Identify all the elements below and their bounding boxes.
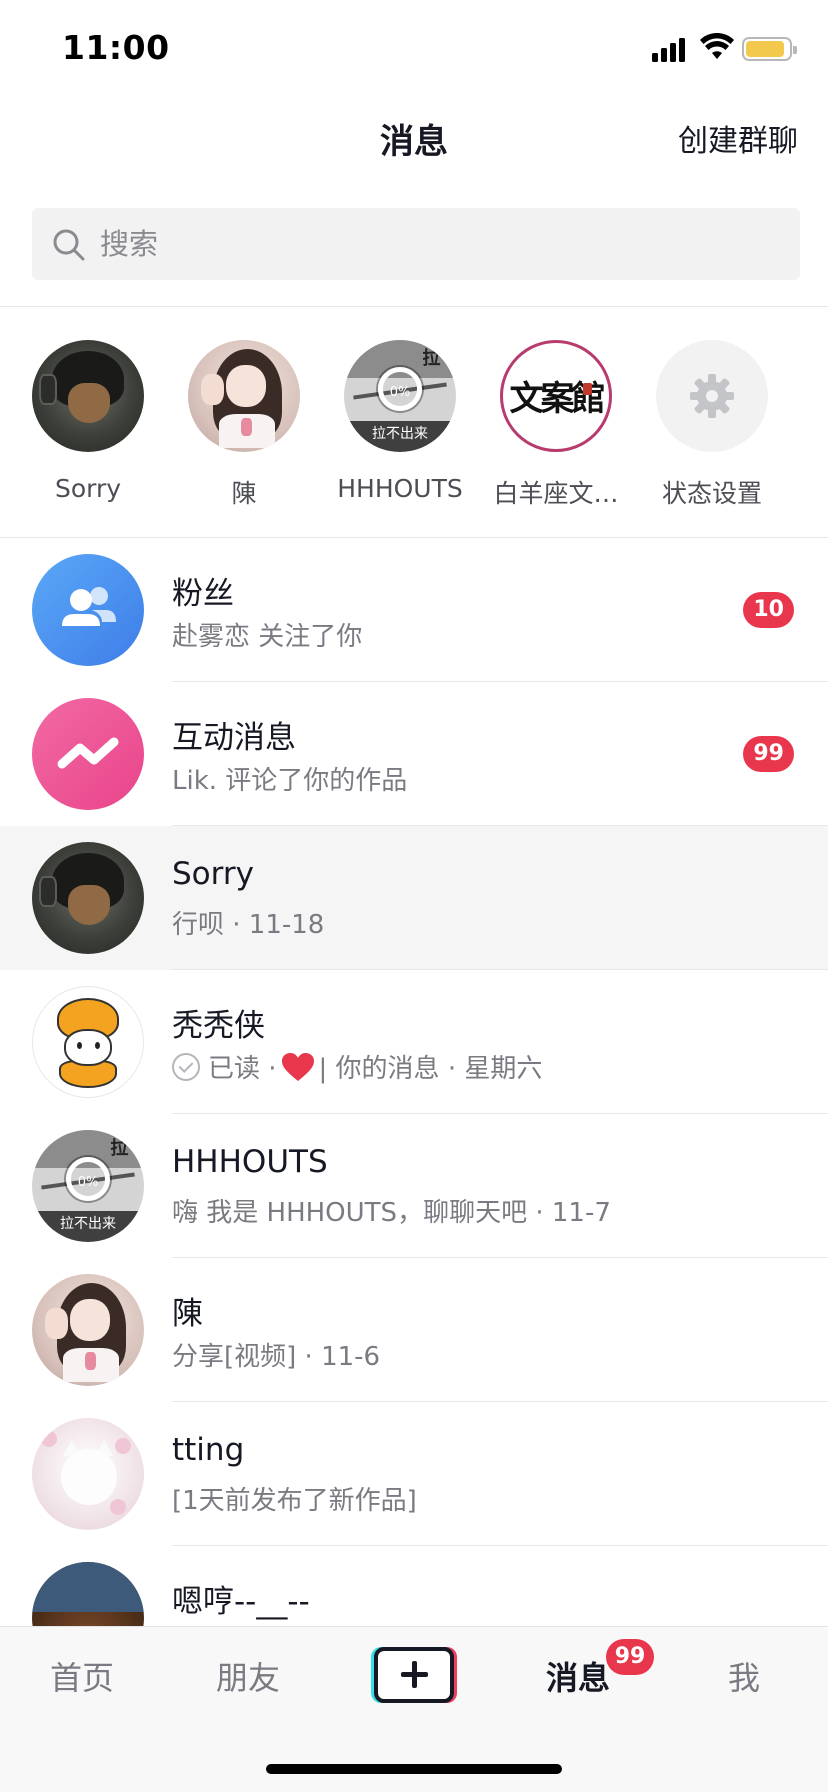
list-item-chat[interactable]: 拉 0% 拉不出来 HHHOUTS 嗨 我是 HHHOUTS，聊聊天吧 · 11… (0, 1114, 828, 1258)
read-label: 已读 · (208, 1054, 277, 1084)
create-group-button[interactable]: 创建群聊 (678, 116, 798, 160)
item-subtitle: Lik. 评论了你的作品 (172, 766, 408, 796)
item-title: 嗯哼--__-- (172, 1584, 310, 1620)
avatar (32, 698, 144, 810)
story-name: 状态设置 (661, 479, 762, 508)
zigzag-icon (57, 737, 119, 769)
avatar (32, 554, 144, 666)
avatar-corner-text: 拉 (110, 1138, 129, 1160)
item-subtitle: 赴雾恋 关注了你 (172, 622, 363, 652)
item-title: HHHOUTS (172, 1144, 328, 1180)
avatar (32, 1418, 144, 1530)
unread-badge: 10 (743, 592, 794, 628)
item-subtitle: [1天前发布了新作品] (172, 1486, 417, 1516)
avatar: 拉 0% 拉不出来 (32, 1130, 144, 1242)
item-subtitle: 嗨 我是 HHHOUTS，聊聊天吧 · 11-7 (172, 1198, 611, 1228)
story-item[interactable]: 拉 0% 拉不出来 HHHOUTS (322, 340, 478, 503)
home-indicator (266, 1764, 562, 1774)
story-item[interactable]: 陳 (166, 340, 322, 510)
story-name: 陳 (231, 479, 257, 508)
avatar: 拉 0% 拉不出来 (344, 340, 456, 452)
story-item[interactable]: 文案館 白羊座文… (478, 340, 634, 510)
cellular-signal-icon (652, 36, 688, 62)
messages-screen: 11:00 消息 创建群聊 搜索 Sorry 陳 拉 0% 拉不出来 HHHOU… (0, 0, 828, 1792)
tab-home[interactable]: 首页 (50, 1653, 114, 1699)
last-message: | 你的消息 · 星期六 (318, 1054, 543, 1084)
list-item-chat[interactable]: Sorry 行呗 · 11-18 (0, 826, 828, 970)
unread-badge: 99 (743, 736, 794, 772)
item-title: 陳 (172, 1296, 203, 1332)
gear-icon (690, 374, 734, 418)
publish-button[interactable] (374, 1647, 454, 1703)
list-item-chat[interactable]: 秃秃侠 已读 · | 你的消息 · 星期六 (0, 970, 828, 1114)
status-settings-button[interactable]: 状态设置 (634, 340, 790, 510)
avatar-corner-text: 拉 (422, 348, 441, 370)
avatar-caption: 拉不出来 (372, 426, 428, 443)
item-title: tting (172, 1432, 245, 1468)
item-title: 互动消息 (172, 720, 296, 756)
status-time: 11:00 (62, 28, 170, 67)
list-item-interactions[interactable]: 互动消息 Lik. 评论了你的作品 99 (0, 682, 828, 826)
wifi-icon (700, 33, 734, 59)
item-subtitle: 分享[视频] · 11-6 (172, 1342, 381, 1372)
avatar (656, 340, 768, 452)
search-bar[interactable] (32, 208, 800, 280)
search-input[interactable] (100, 208, 780, 280)
check-circle-icon (172, 1052, 200, 1081)
logo-text: 文案館 (509, 378, 606, 419)
item-subtitle: 行呗 · 11-18 (172, 910, 325, 940)
avatar (32, 1274, 144, 1386)
status-bar: 11:00 (0, 0, 828, 96)
messages-badge: 99 (606, 1639, 654, 1675)
item-title: 秃秃侠 (172, 1008, 265, 1044)
header: 消息 创建群聊 (0, 96, 828, 208)
item-title: Sorry (172, 856, 254, 892)
story-name: Sorry (54, 474, 122, 503)
list-item-chat[interactable]: 陳 分享[视频] · 11-6 (0, 1258, 828, 1402)
story-name: 白羊座文… (493, 479, 619, 508)
tab-me[interactable]: 我 (728, 1653, 760, 1699)
tab-friends[interactable]: 朋友 (216, 1653, 280, 1699)
battery-icon (742, 37, 797, 61)
item-title: 粉丝 (172, 576, 234, 612)
avatar (32, 340, 144, 452)
progress-label: 0% (77, 1174, 99, 1190)
list-item-fans[interactable]: 粉丝 赴雾恋 关注了你 10 (0, 538, 828, 682)
avatar (188, 340, 300, 452)
search-icon (53, 229, 85, 261)
story-name: HHHOUTS (337, 474, 463, 503)
progress-label: 0% (389, 384, 411, 400)
people-icon (62, 587, 116, 626)
avatar (32, 986, 144, 1098)
stories-row: Sorry 陳 拉 0% 拉不出来 HHHOUTS 文案館 白羊座文… 状态设置 (0, 306, 828, 536)
heart-icon (281, 1052, 314, 1081)
avatar-caption: 拉不出来 (60, 1216, 116, 1233)
story-item[interactable]: Sorry (10, 340, 166, 503)
message-list: 粉丝 赴雾恋 关注了你 10 互动消息 Lik. 评论了你的作品 99 Sorr… (0, 538, 828, 1690)
avatar: 文案館 (500, 340, 612, 452)
tab-messages[interactable]: 消息 (546, 1653, 610, 1699)
list-item-chat[interactable]: tting [1天前发布了新作品] (0, 1402, 828, 1546)
item-subtitle: 已读 · | 你的消息 · 星期六 (172, 1048, 542, 1085)
avatar (32, 842, 144, 954)
